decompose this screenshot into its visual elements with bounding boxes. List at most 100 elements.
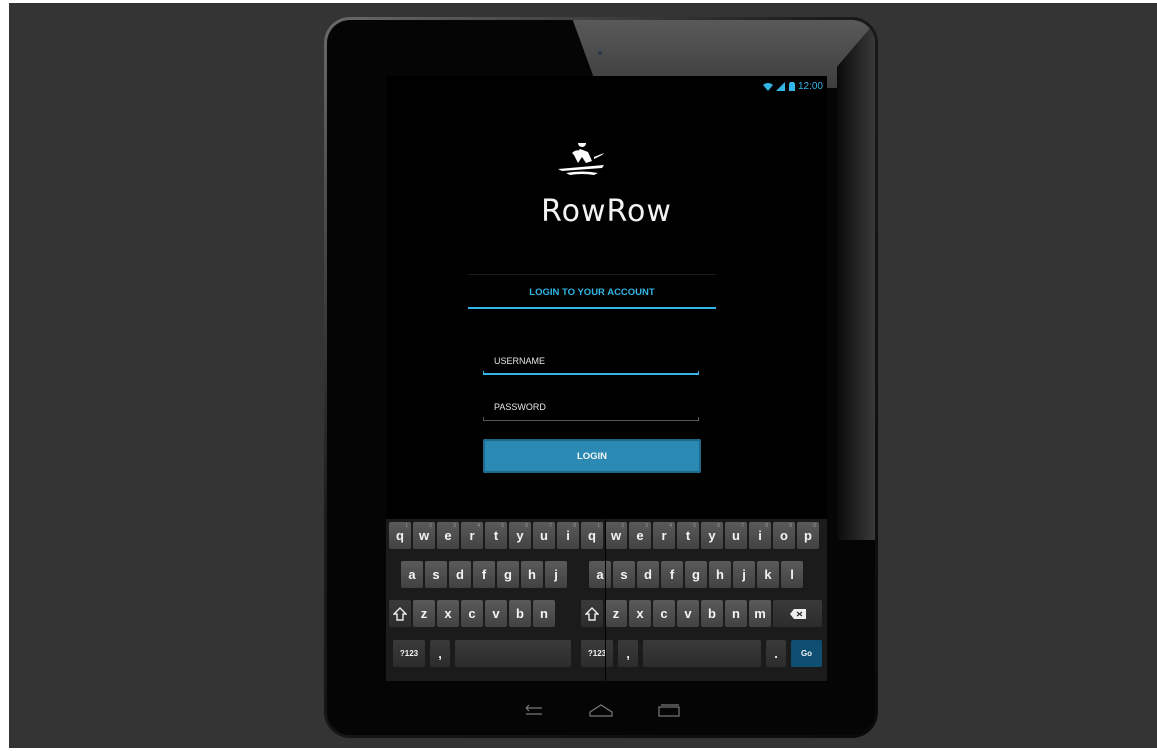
- key-d[interactable]: d: [449, 561, 471, 588]
- key-y[interactable]: y6: [509, 522, 531, 549]
- key-h[interactable]: h: [521, 561, 543, 588]
- key-hint: 2: [429, 523, 432, 529]
- device-screen: 12:00 RowRow LOGIN TO YOUR ACCOUNT USERN…: [386, 76, 827, 681]
- key-c[interactable]: c: [653, 600, 675, 627]
- key-b[interactable]: b: [701, 600, 723, 627]
- key-h[interactable]: h: [709, 561, 731, 588]
- home-button[interactable]: [581, 695, 621, 725]
- key-z[interactable]: z: [413, 600, 435, 627]
- key-hint: 4: [669, 523, 672, 529]
- username-input[interactable]: [483, 351, 699, 371]
- key-hint: 0: [813, 523, 816, 529]
- key-t[interactable]: t5: [485, 522, 507, 549]
- status-bar: 12:00: [762, 79, 823, 93]
- shift-icon: [393, 606, 407, 621]
- key-n[interactable]: n: [725, 600, 747, 627]
- key-v[interactable]: v: [485, 600, 507, 627]
- key-p[interactable]: p0: [797, 522, 819, 549]
- key-c[interactable]: c: [461, 600, 483, 627]
- key-hint: 7: [549, 523, 552, 529]
- backspace-icon: [789, 608, 806, 619]
- key-t[interactable]: t5: [677, 522, 699, 549]
- key-r[interactable]: r4: [653, 522, 675, 549]
- recent-apps-icon: [658, 704, 680, 717]
- tablet-frame: 12:00 RowRow LOGIN TO YOUR ACCOUNT USERN…: [324, 17, 878, 738]
- back-icon: [525, 704, 542, 715]
- key-u[interactable]: u7: [533, 522, 555, 549]
- key-s[interactable]: s: [425, 561, 447, 588]
- camera-icon: [598, 51, 602, 55]
- soft-keyboard: q1w2e3r4t5y6u7i8q1w2e3r4t5y6u7i8o9p0 asd…: [386, 519, 827, 681]
- key-hint: 5: [501, 523, 504, 529]
- shift-icon: [585, 606, 599, 621]
- bezel-side-glare: [837, 20, 875, 540]
- key-y[interactable]: y6: [701, 522, 723, 549]
- space-key[interactable]: [455, 640, 571, 667]
- divider: [468, 274, 716, 275]
- key-f[interactable]: f: [473, 561, 495, 588]
- password-input[interactable]: [483, 397, 699, 417]
- key-i[interactable]: i8: [557, 522, 579, 549]
- key-a[interactable]: a: [589, 561, 611, 588]
- key-x[interactable]: x: [437, 600, 459, 627]
- key-g[interactable]: g: [497, 561, 519, 588]
- keyboard-row-4: ?123 , ?123 , . Go: [386, 640, 827, 672]
- key-d[interactable]: d: [637, 561, 659, 588]
- login-button[interactable]: LOGIN: [483, 439, 701, 473]
- key-hint: 7: [741, 523, 744, 529]
- keyboard-split-divider: [605, 519, 606, 681]
- key-r[interactable]: r4: [461, 522, 483, 549]
- recent-apps-button[interactable]: [649, 695, 689, 725]
- key-a[interactable]: a: [401, 561, 423, 588]
- key-s[interactable]: s: [613, 561, 635, 588]
- key-j[interactable]: j: [545, 561, 567, 588]
- navigation-bar: [327, 695, 875, 725]
- symbols-key[interactable]: ?123: [393, 640, 425, 667]
- space-key[interactable]: [643, 640, 761, 667]
- shift-key[interactable]: [389, 600, 411, 627]
- key-x[interactable]: x: [629, 600, 651, 627]
- key-hint: 9: [789, 523, 792, 529]
- username-field[interactable]: [483, 351, 699, 375]
- key-e[interactable]: e3: [437, 522, 459, 549]
- shift-key[interactable]: [581, 600, 603, 627]
- period-key[interactable]: .: [766, 640, 786, 667]
- key-v[interactable]: v: [677, 600, 699, 627]
- key-hint: 3: [453, 523, 456, 529]
- keyboard-row-1: q1w2e3r4t5y6u7i8q1w2e3r4t5y6u7i8o9p0: [386, 522, 827, 554]
- section-underline: [468, 307, 716, 309]
- key-w[interactable]: w2: [413, 522, 435, 549]
- password-field[interactable]: [483, 397, 699, 421]
- key-o[interactable]: o9: [773, 522, 795, 549]
- keyboard-row-2: asdfghjasdfghjkl: [386, 561, 827, 593]
- password-underline: [483, 417, 699, 421]
- key-hint: 8: [765, 523, 768, 529]
- key-k[interactable]: k: [757, 561, 779, 588]
- key-n[interactable]: n: [533, 600, 555, 627]
- key-e[interactable]: e3: [629, 522, 651, 549]
- key-j[interactable]: j: [733, 561, 755, 588]
- key-u[interactable]: u7: [725, 522, 747, 549]
- comma-key[interactable]: ,: [618, 640, 638, 667]
- key-w[interactable]: w2: [605, 522, 627, 549]
- key-q[interactable]: q1: [581, 522, 603, 549]
- key-i[interactable]: i8: [749, 522, 771, 549]
- key-f[interactable]: f: [661, 561, 683, 588]
- key-q[interactable]: q1: [389, 522, 411, 549]
- symbols-key[interactable]: ?123: [581, 640, 613, 667]
- keyboard-row-3: zxcvbnzxcvbnm: [386, 600, 827, 632]
- app-name: RowRow: [541, 194, 672, 229]
- key-b[interactable]: b: [509, 600, 531, 627]
- key-l[interactable]: l: [781, 561, 803, 588]
- key-hint: 8: [573, 523, 576, 529]
- key-z[interactable]: z: [605, 600, 627, 627]
- backspace-key[interactable]: [773, 600, 822, 627]
- comma-key[interactable]: ,: [430, 640, 450, 667]
- key-g[interactable]: g: [685, 561, 707, 588]
- key-m[interactable]: m: [749, 600, 771, 627]
- key-hint: 1: [597, 523, 600, 529]
- emulator-background: 12:00 RowRow LOGIN TO YOUR ACCOUNT USERN…: [9, 3, 1157, 748]
- back-button[interactable]: [513, 695, 553, 725]
- go-key[interactable]: Go: [791, 640, 822, 667]
- rower-icon: [558, 143, 604, 175]
